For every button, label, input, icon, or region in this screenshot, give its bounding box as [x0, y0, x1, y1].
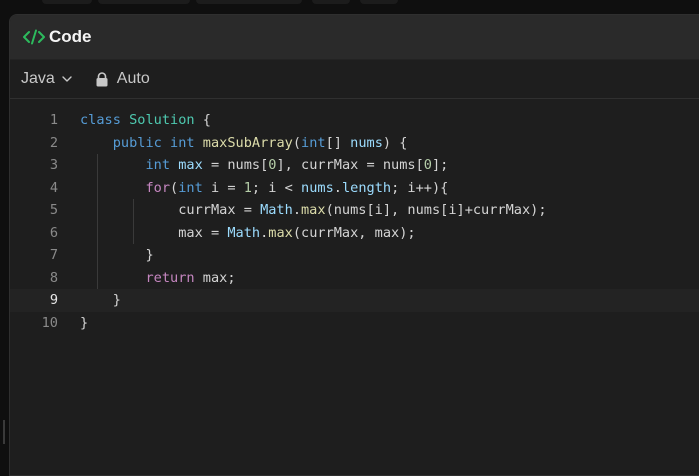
indent-guide — [97, 176, 98, 199]
editor-toolbar: Java Auto — [10, 60, 699, 99]
code-line[interactable]: 5 currMax = Math.max(nums[i], nums[i]+cu… — [10, 199, 699, 222]
indent-guide — [133, 199, 134, 222]
code-line[interactable]: 3 int max = nums[0], currMax = nums[0]; — [10, 154, 699, 177]
mode-label[interactable]: Auto — [117, 70, 150, 88]
code-text: } — [112, 292, 121, 308]
code-panel-header: Code — [10, 15, 699, 60]
code-panel: Code Java Auto 1 class Solution { 2 publ… — [9, 14, 699, 476]
background-tab[interactable] — [196, 0, 302, 4]
indent-guide — [133, 221, 134, 244]
code-line[interactable]: 2 public int maxSubArray(int[] nums) { — [10, 132, 699, 155]
indent-guide — [97, 154, 98, 177]
background-tab[interactable] — [360, 0, 398, 4]
panel-title: Code — [49, 27, 92, 46]
line-number: 6 — [49, 224, 58, 241]
line-number: 7 — [49, 247, 58, 263]
code-text: int max = nums[0], currMax = nums[0]; — [58, 154, 448, 177]
line-number: 9 — [49, 292, 58, 308]
code-line[interactable]: 6 max = Math.max(currMax, max); — [10, 221, 699, 244]
background-tab[interactable] — [312, 0, 350, 4]
language-label: Java — [21, 70, 55, 87]
code-text: max = Math.max(currMax, max); — [58, 221, 416, 244]
code-editor[interactable]: 1 class Solution { 2 public int maxSubAr… — [10, 99, 699, 334]
background-tab[interactable] — [42, 0, 92, 4]
code-text: } — [80, 314, 89, 331]
lock-icon — [96, 71, 108, 86]
code-text: return max; — [58, 266, 236, 289]
line-number: 5 — [49, 202, 58, 218]
line-number: 10 — [41, 314, 58, 331]
line-number: 4 — [49, 179, 58, 196]
code-text: currMax = Math.max(nums[i], nums[i]+curr… — [58, 199, 547, 222]
language-selector[interactable]: Java — [21, 70, 73, 88]
code-text: public int maxSubArray(int[] nums) { — [112, 134, 408, 151]
code-line[interactable]: 10 } — [10, 312, 699, 335]
line-number: 3 — [49, 157, 58, 173]
code-line-active[interactable]: 9 } — [10, 289, 699, 312]
code-text: for(int i = 1; i < nums.length; i++){ — [58, 176, 448, 199]
top-tab-strip — [0, 0, 699, 14]
indent-guide — [97, 244, 98, 267]
code-line[interactable]: 1 class Solution { — [10, 109, 699, 132]
code-line[interactable]: 8 return max; — [10, 266, 699, 289]
code-line[interactable]: 7 } — [10, 244, 699, 267]
background-tab[interactable] — [98, 0, 190, 4]
code-brackets-icon — [22, 28, 46, 46]
code-text: } — [58, 244, 154, 267]
indent-guide — [97, 199, 98, 222]
chevron-down-icon — [62, 76, 72, 82]
indent-guide — [97, 266, 98, 289]
resize-handle[interactable] — [3, 420, 5, 444]
code-text: class Solution { — [80, 112, 211, 128]
indent-guide — [97, 221, 98, 244]
line-number: 2 — [49, 134, 58, 151]
line-number: 1 — [49, 112, 58, 128]
line-number: 8 — [49, 269, 58, 286]
code-line[interactable]: 4 for(int i = 1; i < nums.length; i++){ — [10, 176, 699, 199]
